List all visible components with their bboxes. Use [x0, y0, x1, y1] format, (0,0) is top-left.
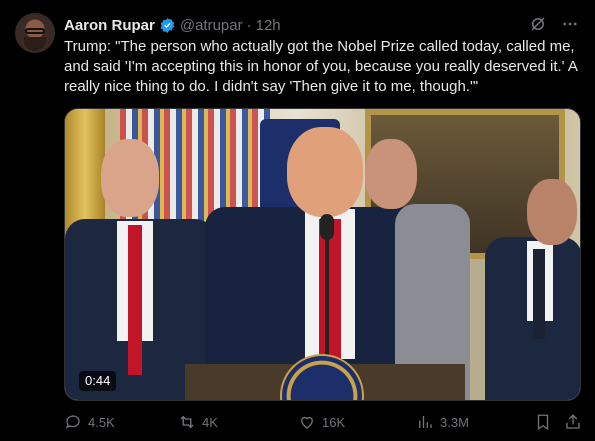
- reply-count: 4.5K: [88, 414, 115, 430]
- tweet-top-icons: [529, 15, 579, 33]
- reply-button[interactable]: 4.5K: [64, 413, 115, 431]
- author-handle[interactable]: @atrupar: [180, 17, 243, 34]
- reply-icon: [65, 415, 80, 429]
- repost-button[interactable]: 4K: [178, 413, 218, 431]
- views-button[interactable]: 3.3M: [416, 413, 469, 431]
- like-icon: [301, 416, 313, 429]
- tweet-actions: 4.5K 4K 16K 3.3M: [64, 412, 585, 432]
- video-player[interactable]: 0:44: [64, 108, 581, 401]
- bookmark-icon: [537, 414, 549, 431]
- tweet-header: Aaron Rupar @atrupar · 12h: [64, 15, 281, 35]
- bookmark-button[interactable]: [534, 413, 552, 431]
- microphone-icon: [320, 214, 334, 240]
- tweet-time[interactable]: 12h: [256, 17, 281, 34]
- more-icon[interactable]: [561, 15, 579, 33]
- verified-badge-icon: [159, 17, 176, 34]
- avatar-beard: [24, 37, 46, 51]
- tweet-text: Trump: "The person who actually got the …: [64, 38, 578, 95]
- repost-icon: [180, 415, 194, 429]
- views-count: 3.3M: [440, 414, 469, 430]
- separator-dot: ·: [246, 16, 252, 34]
- grok-icon[interactable]: [529, 15, 547, 33]
- like-button[interactable]: 16K: [298, 413, 345, 431]
- avatar[interactable]: [15, 13, 55, 53]
- share-button[interactable]: [564, 413, 582, 431]
- microphone-stand: [325, 239, 329, 359]
- avatar-glasses: [25, 28, 45, 34]
- author-name[interactable]: Aaron Rupar: [64, 17, 155, 34]
- video-duration: 0:44: [79, 371, 117, 391]
- share-icon: [566, 414, 580, 429]
- views-icon: [419, 416, 432, 428]
- repost-count: 4K: [202, 414, 218, 430]
- like-count: 16K: [322, 414, 346, 430]
